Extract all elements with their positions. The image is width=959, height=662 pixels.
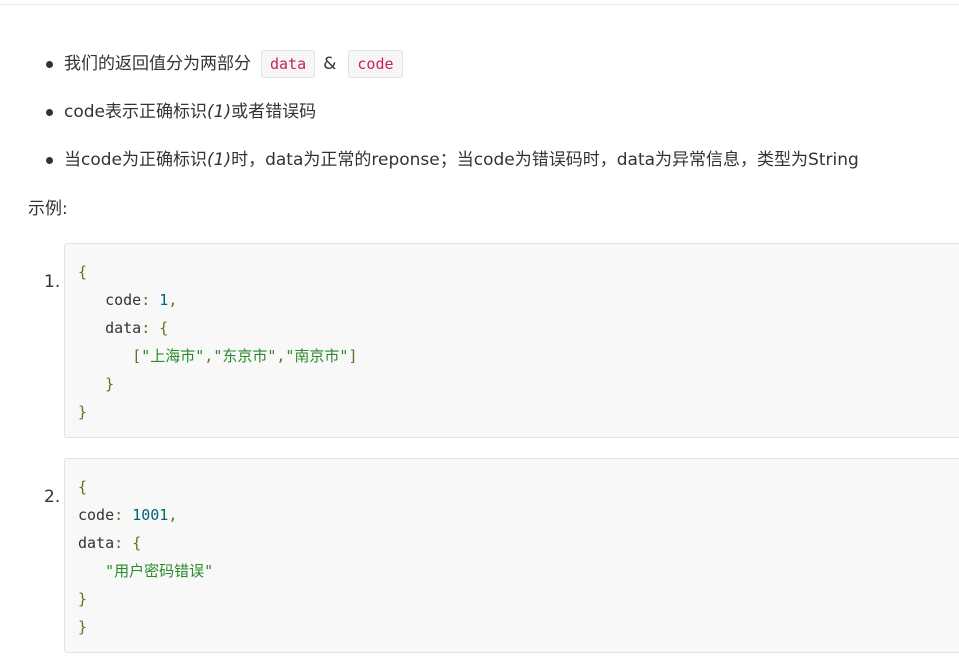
bullet-item-code-meaning: code表示正确标识(1)或者错误码 xyxy=(44,92,859,140)
inline-code-data: data xyxy=(261,50,316,78)
ampersand: & xyxy=(323,54,337,74)
bullet-dot xyxy=(46,109,53,116)
inline-code-code: code xyxy=(348,50,403,78)
bullet-item-data-meaning: 当code为正确标识(1)时，data为正常的reponse；当code为错误码… xyxy=(44,140,859,188)
bullet-text-italic: (1) xyxy=(207,150,232,170)
list-number: 2. xyxy=(44,487,61,507)
bullet-list: 我们的返回值分为两部分 data & code code表示正确标识(1)或者错误码 … xyxy=(44,44,859,188)
bullet-dot xyxy=(46,61,53,68)
bullet-text-prefix: 当code为正确标识 xyxy=(64,150,207,170)
bullet-text: 我们的返回值分为两部分 xyxy=(64,54,251,74)
bullet-dot xyxy=(46,157,53,164)
bullet-text-suffix: 时，data为正常的reponse；当code为错误码时，data为异常信息，类… xyxy=(231,150,859,170)
top-divider xyxy=(0,4,959,5)
code-block-2[interactable]: { code: 1001, data: { "用户密码错误" } } xyxy=(64,458,959,653)
bullet-text-suffix: 或者错误码 xyxy=(231,102,317,122)
bullet-text-prefix: code表示正确标识 xyxy=(64,102,207,122)
bullet-item-return-values: 我们的返回值分为两部分 data & code xyxy=(44,44,859,92)
code-content: { code: 1, data: { ["上海市","东京市","南京市"] }… xyxy=(78,263,358,421)
code-content: { code: 1001, data: { "用户密码错误" } } xyxy=(78,478,214,636)
bullet-text-italic: (1) xyxy=(207,102,232,122)
list-number: 1. xyxy=(44,272,61,292)
example-label: 示例: xyxy=(28,199,68,219)
code-block-1[interactable]: { code: 1, data: { ["上海市","东京市","南京市"] }… xyxy=(64,243,959,438)
